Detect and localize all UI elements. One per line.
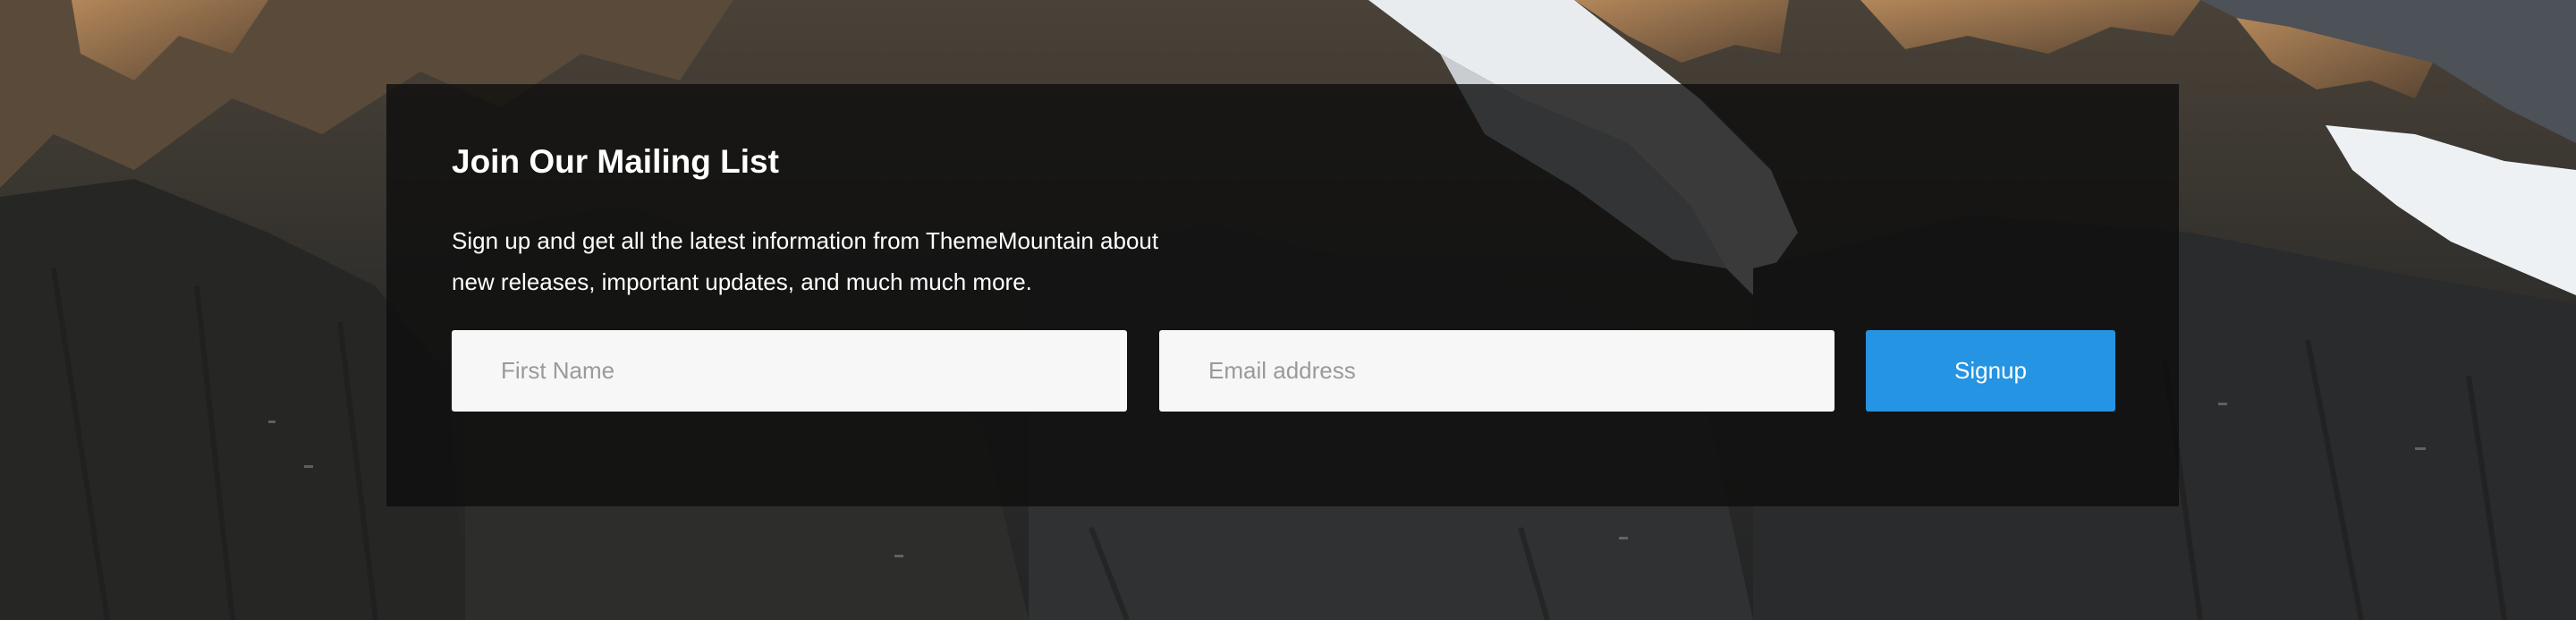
email-input[interactable] — [1159, 330, 1835, 412]
first-name-input[interactable] — [452, 330, 1127, 412]
mailing-list-title: Join Our Mailing List — [452, 143, 779, 180]
mailing-list-panel: Join Our Mailing List Sign up and get al… — [386, 84, 2179, 506]
mailing-list-description: Sign up and get all the latest informati… — [452, 227, 1159, 295]
signup-button[interactable]: Signup — [1866, 330, 2115, 412]
